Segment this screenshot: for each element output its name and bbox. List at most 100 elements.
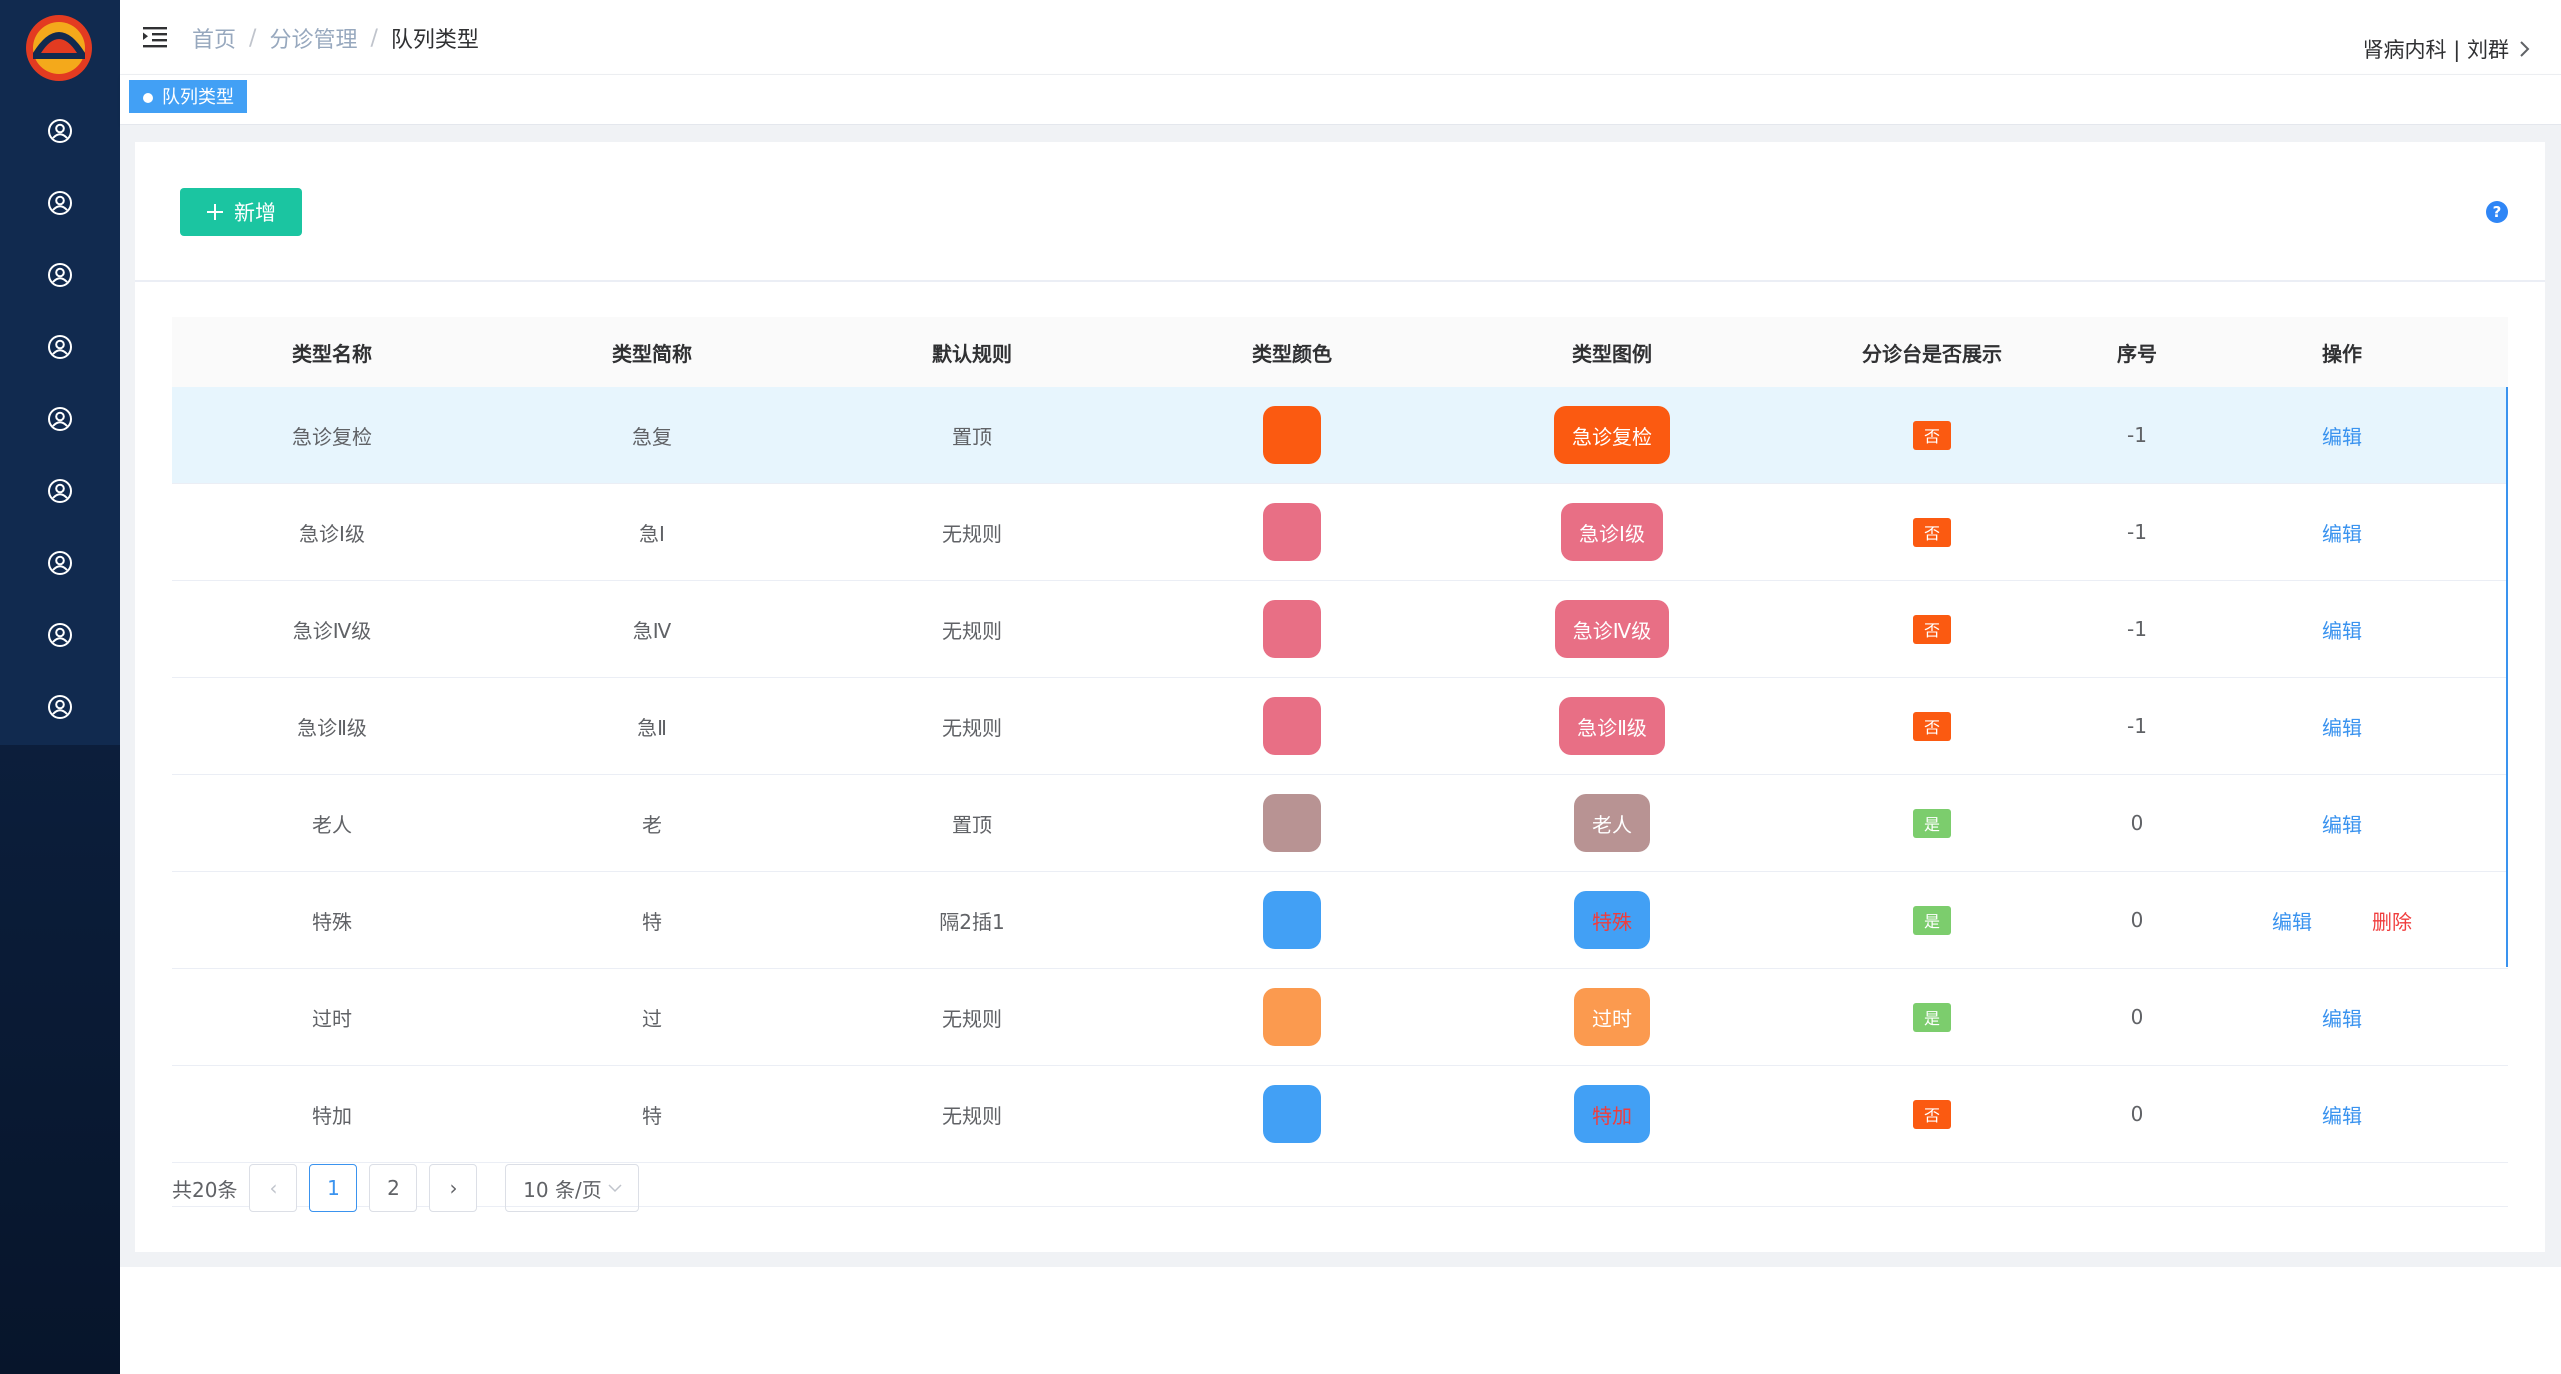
- type-legend-cell: 急诊Ⅳ级: [1452, 600, 1772, 658]
- type-color-cell: [1132, 794, 1452, 852]
- default-rule: 无规则: [942, 715, 1002, 740]
- main-content: 新增 ? 类型名称 类型简称 默认规则 类型颜色 类型图例 分诊台是否展示 序号 操作 急诊复…: [120, 125, 2561, 1267]
- user-name: 肾病内科 | 刘群: [2362, 38, 2509, 62]
- color-swatch: [1263, 794, 1321, 852]
- user-circle-icon[interactable]: [47, 190, 73, 216]
- table-row[interactable]: 特殊 特 隔2插1 特殊 是 0 编辑 删除: [172, 872, 2508, 969]
- help-icon[interactable]: ?: [2486, 201, 2508, 223]
- type-name: 特殊: [312, 909, 352, 934]
- type-short-name: 急复: [632, 424, 672, 449]
- column-header: 类型简称: [612, 341, 692, 366]
- page-1-button[interactable]: 1: [309, 1164, 358, 1212]
- toolbar: 新增 ?: [135, 142, 2545, 282]
- table-row[interactable]: 特加 特 无规则 特加 否 0 编辑: [172, 1066, 2508, 1163]
- actions-cell: 编辑: [2182, 809, 2502, 838]
- user-menu[interactable]: 肾病内科 | 刘群: [2363, 34, 2531, 64]
- show-badge: 是: [1913, 905, 1951, 935]
- logo-icon[interactable]: [24, 13, 94, 83]
- edit-button[interactable]: 编辑: [2322, 809, 2362, 838]
- table-row[interactable]: 过时 过 无规则 过时 是 0 编辑: [172, 969, 2508, 1066]
- user-circle-icon[interactable]: [47, 334, 73, 360]
- type-name: 急诊复检: [292, 424, 372, 449]
- column-header: 分诊台是否展示: [1862, 341, 2002, 366]
- show-badge: 否: [1913, 1099, 1951, 1129]
- type-legend-cell: 特殊: [1452, 891, 1772, 949]
- breadcrumb-home[interactable]: 首页: [192, 22, 236, 54]
- edit-button[interactable]: 编辑: [2322, 518, 2362, 547]
- edit-button[interactable]: 编辑: [2272, 906, 2312, 935]
- breadcrumb-triage[interactable]: 分诊管理: [269, 22, 357, 54]
- legend-chip: 特殊: [1574, 891, 1650, 949]
- legend-chip: 急诊Ⅰ级: [1561, 503, 1663, 561]
- color-swatch: [1263, 600, 1321, 658]
- type-color-cell: [1132, 600, 1452, 658]
- table-row[interactable]: 急诊Ⅱ级 急Ⅱ 无规则 急诊Ⅱ级 否 -1 编辑: [172, 678, 2508, 775]
- default-rule: 无规则: [942, 618, 1002, 643]
- chevron-down-icon: [608, 1184, 622, 1193]
- order-number: 0: [2130, 908, 2144, 932]
- prev-page-button[interactable]: ‹: [249, 1164, 298, 1212]
- default-rule: 置顶: [952, 424, 992, 449]
- type-color-cell: [1132, 697, 1452, 755]
- pagination-total: 共20条: [172, 1177, 238, 1202]
- type-name: 过时: [312, 1006, 352, 1031]
- page-size-select[interactable]: 10 条/页: [505, 1164, 640, 1212]
- show-on-triage-cell: 否: [1772, 1099, 2092, 1129]
- type-short-name: 老: [642, 812, 662, 837]
- actions-cell: 编辑: [2182, 712, 2502, 741]
- tag-queue-type[interactable]: 队列类型: [129, 80, 247, 113]
- user-circle-icon[interactable]: [47, 406, 73, 432]
- table-row[interactable]: 急诊复检 急复 置顶 急诊复检 否 -1 编辑: [172, 387, 2508, 484]
- table-row[interactable]: 急诊Ⅳ级 急Ⅳ 无规则 急诊Ⅳ级 否 -1 编辑: [172, 581, 2508, 678]
- type-color-cell: [1132, 406, 1452, 464]
- type-name: 急诊Ⅳ级: [292, 618, 372, 643]
- user-circle-icon[interactable]: [47, 118, 73, 144]
- legend-chip: 老人: [1574, 794, 1650, 852]
- show-badge: 否: [1913, 711, 1951, 741]
- color-swatch: [1263, 406, 1321, 464]
- edit-button[interactable]: 编辑: [2322, 1003, 2362, 1032]
- breadcrumb-separator: /: [370, 25, 378, 51]
- type-name: 急诊Ⅰ级: [299, 521, 365, 546]
- edit-button[interactable]: 编辑: [2322, 615, 2362, 644]
- column-header: 类型名称: [292, 341, 372, 366]
- plus-icon: [207, 204, 223, 220]
- tags-view: 队列类型: [120, 75, 2561, 125]
- type-legend-cell: 急诊Ⅰ级: [1452, 503, 1772, 561]
- edit-button[interactable]: 编辑: [2322, 421, 2362, 450]
- default-rule: 无规则: [942, 1006, 1002, 1031]
- breadcrumb-separator: /: [249, 25, 257, 51]
- default-rule: 无规则: [942, 521, 1002, 546]
- actions-cell: 编辑 删除: [2182, 906, 2502, 935]
- show-on-triage-cell: 是: [1772, 905, 2092, 935]
- user-circle-icon[interactable]: [47, 262, 73, 288]
- table-row[interactable]: 老人 老 置顶 老人 是 0 编辑: [172, 775, 2508, 872]
- order-number: 0: [2130, 811, 2144, 835]
- add-button[interactable]: 新增: [180, 188, 302, 236]
- user-circle-icon[interactable]: [47, 622, 73, 648]
- sidebar: [0, 0, 120, 1374]
- user-circle-icon[interactable]: [47, 550, 73, 576]
- edit-button[interactable]: 编辑: [2322, 1100, 2362, 1129]
- delete-button[interactable]: 删除: [2372, 906, 2412, 935]
- table-scrollbar[interactable]: [2506, 387, 2508, 967]
- type-short-name: 急Ⅳ: [632, 618, 672, 643]
- show-badge: 否: [1913, 420, 1951, 450]
- legend-chip: 急诊Ⅱ级: [1559, 697, 1665, 755]
- type-legend-cell: 急诊Ⅱ级: [1452, 697, 1772, 755]
- actions-cell: 编辑: [2182, 615, 2502, 644]
- color-swatch: [1263, 1085, 1321, 1143]
- user-circle-icon[interactable]: [47, 478, 73, 504]
- column-header: 类型颜色: [1252, 341, 1332, 366]
- next-page-button[interactable]: ›: [429, 1164, 478, 1212]
- page-2-button[interactable]: 2: [369, 1164, 418, 1212]
- type-name: 特加: [312, 1103, 352, 1128]
- user-circle-icon[interactable]: [47, 694, 73, 720]
- actions-cell: 编辑: [2182, 1003, 2502, 1032]
- menu-fold-icon[interactable]: [142, 24, 168, 50]
- default-rule: 无规则: [942, 1103, 1002, 1128]
- table-row[interactable]: 急诊Ⅰ级 急Ⅰ 无规则 急诊Ⅰ级 否 -1 编辑: [172, 484, 2508, 581]
- edit-button[interactable]: 编辑: [2322, 712, 2362, 741]
- type-short-name: 特: [642, 1103, 662, 1128]
- show-badge: 否: [1913, 614, 1951, 644]
